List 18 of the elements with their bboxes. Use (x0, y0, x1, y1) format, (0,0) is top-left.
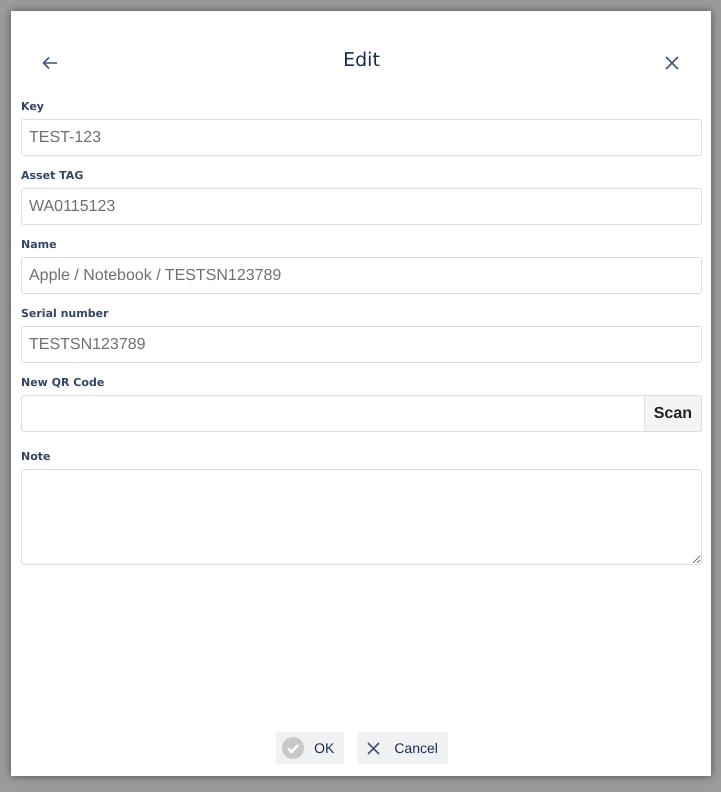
dialog-button[interactable]: OK (276, 732, 344, 764)
input-field[interactable]: TESTSN123789 (21, 326, 702, 363)
check-icon (282, 737, 304, 759)
input-field[interactable]: TEST-123 (21, 119, 702, 156)
input-field[interactable]: WA0115123 (21, 188, 702, 225)
close-icon[interactable] (664, 56, 679, 70)
field-label: Asset TAG (21, 169, 84, 183)
field-label: Note (21, 450, 52, 464)
back-arrow-icon[interactable] (42, 56, 58, 70)
input-field[interactable]: Apple / Notebook / TESTSN123789 (21, 257, 702, 294)
close-icon (367, 742, 380, 754)
field-label: Name (21, 238, 58, 252)
field-label: New QR Code (21, 376, 106, 390)
scan-button[interactable]: Scan (644, 395, 702, 432)
field-label: Key (21, 100, 45, 114)
dialog-title: Edit (343, 48, 380, 70)
field-label: Serial number (21, 307, 110, 321)
dialog-button[interactable]: Cancel (357, 732, 448, 764)
